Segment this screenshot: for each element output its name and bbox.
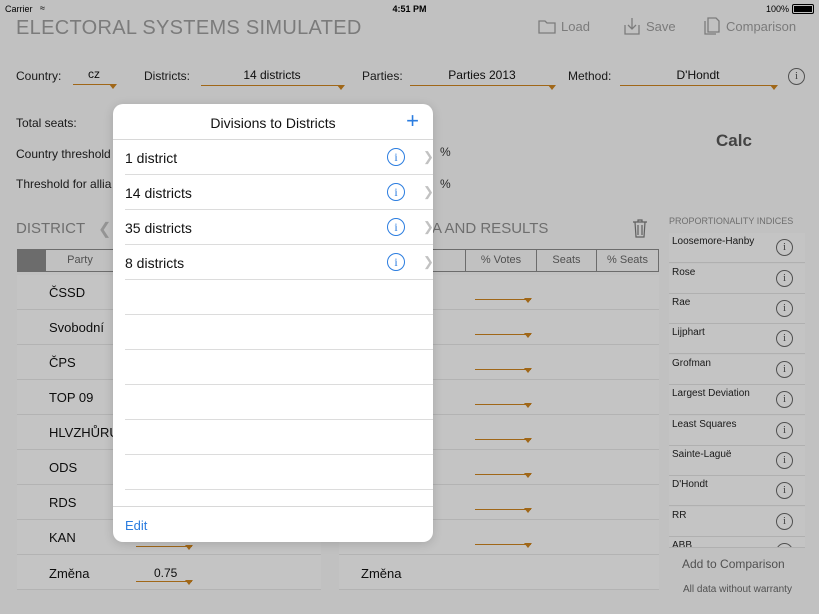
division-label: 1 district [125,150,178,166]
division-label: 35 districts [125,220,192,236]
division-item[interactable]: 8 districts i ❯ [125,245,433,280]
popover-title: Divisions to Districts [210,115,336,131]
chevron-right-icon: ❯ [423,254,433,269]
division-item[interactable]: 35 districts i ❯ [125,210,433,245]
division-list: 1 district i ❯ 14 districts i ❯ 35 distr… [113,139,433,490]
empty-row [125,280,433,315]
division-label: 14 districts [125,185,192,201]
popover-footer: Edit [113,506,433,542]
empty-row [125,315,433,350]
info-icon[interactable]: i [387,253,405,271]
info-icon[interactable]: i [387,218,405,236]
division-item[interactable]: 14 districts i ❯ [125,175,433,210]
chevron-right-icon: ❯ [423,219,433,234]
division-label: 8 districts [125,255,185,271]
empty-row [125,455,433,490]
edit-button[interactable]: Edit [125,518,147,533]
info-icon[interactable]: i [387,183,405,201]
chevron-right-icon: ❯ [423,184,433,199]
info-icon[interactable]: i [387,148,405,166]
add-icon[interactable]: + [406,109,419,133]
empty-row [125,385,433,420]
divisions-popover: Divisions to Districts + 1 district i ❯ … [113,104,433,542]
division-item[interactable]: 1 district i ❯ [125,140,433,175]
empty-row [125,350,433,385]
chevron-right-icon: ❯ [423,149,433,164]
empty-row [125,420,433,455]
